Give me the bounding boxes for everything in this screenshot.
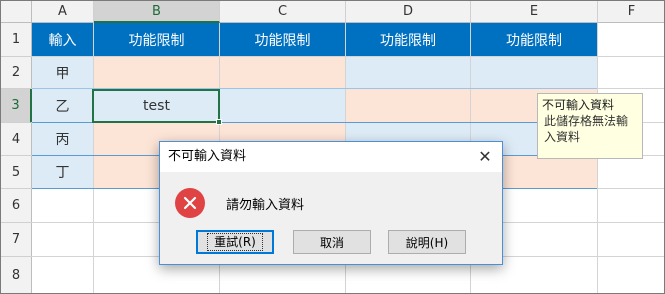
row-header-4[interactable]: 4 <box>1 123 32 156</box>
active-cell-selection <box>92 89 220 123</box>
tooltip-body: 此儲存格無法輸入資料 <box>544 114 629 144</box>
cell-e2[interactable] <box>471 57 597 88</box>
cell-c3[interactable] <box>220 89 345 122</box>
row-header-2[interactable]: 2 <box>1 57 32 89</box>
cell-d3[interactable] <box>346 89 470 122</box>
column-header-b[interactable]: B <box>94 1 220 23</box>
column-header-e[interactable]: E <box>471 1 598 23</box>
cell-d1[interactable]: 功能限制 <box>346 23 470 56</box>
cell-a2[interactable]: 甲 <box>32 57 93 88</box>
column-header-f[interactable]: F <box>598 1 664 23</box>
column-header-c[interactable]: C <box>220 1 346 23</box>
fill-handle[interactable] <box>216 119 222 125</box>
cancel-button[interactable]: 取消 <box>293 230 371 254</box>
cell-c1[interactable]: 功能限制 <box>220 23 345 56</box>
help-button-label: 說明(H) <box>405 235 449 250</box>
cell-a5[interactable]: 丁 <box>32 156 93 188</box>
row-header-5[interactable]: 5 <box>1 156 32 189</box>
tooltip-title: 不可輸入資料 <box>542 98 615 112</box>
cell-b1[interactable]: 功能限制 <box>94 23 219 56</box>
cell-b2[interactable] <box>94 57 219 88</box>
select-all-corner[interactable] <box>1 1 32 23</box>
cancel-button-label: 取消 <box>319 235 344 250</box>
row-header-8[interactable]: 8 <box>1 257 32 293</box>
retry-button[interactable]: 重試(R) <box>196 230 274 254</box>
cell-a4[interactable]: 丙 <box>32 123 93 155</box>
column-header-d[interactable]: D <box>346 1 471 23</box>
column-header-a[interactable]: A <box>32 1 94 23</box>
dialog-title: 不可輸入資料 <box>168 149 247 164</box>
cell-e1[interactable]: 功能限制 <box>471 23 597 56</box>
cell-a1[interactable]: 輸入 <box>32 23 93 56</box>
cell-a3[interactable]: 乙 <box>32 89 93 122</box>
row-header-3[interactable]: 3 <box>1 89 32 123</box>
row-header-6[interactable]: 6 <box>1 189 32 223</box>
close-icon[interactable]: ✕ <box>474 146 496 168</box>
cell-d2[interactable] <box>346 57 470 88</box>
error-icon <box>175 188 205 218</box>
help-button[interactable]: 說明(H) <box>388 230 466 254</box>
spreadsheet-window: A B C D E F 1 2 3 4 5 6 7 8 輸入 功能限制 功能限制… <box>0 0 665 294</box>
row-header-1[interactable]: 1 <box>1 23 32 57</box>
row-header-7[interactable]: 7 <box>1 223 32 257</box>
error-alert-dialog: 不可輸入資料 ✕ 請勿輸入資料 重試(R) 取消 說明(H) <box>159 141 503 265</box>
input-message-tooltip: 不可輸入資料 此儲存格無法輸入資料 <box>537 93 643 159</box>
retry-button-label: 重試(R) <box>207 233 263 251</box>
dialog-title-bar[interactable]: 不可輸入資料 <box>160 142 502 172</box>
cell-c2[interactable] <box>220 57 345 88</box>
dialog-message: 請勿輸入資料 <box>226 198 305 213</box>
